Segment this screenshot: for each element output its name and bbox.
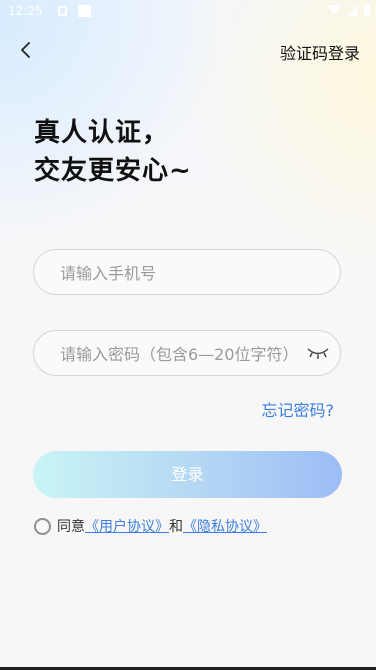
back-button[interactable] [14,38,38,62]
privacy-agreement-link[interactable]: 《隐私协议》 [183,516,267,536]
battery-icon [364,4,370,16]
wifi-icon [327,5,341,15]
phone-input[interactable] [58,250,302,296]
password-field[interactable] [33,330,341,377]
eye-closed-icon[interactable] [306,345,330,361]
headline-line-1: 真人认证， [34,118,170,148]
chevron-left-icon [21,42,30,58]
phone-field[interactable] [33,249,341,296]
user-agreement-link[interactable]: 《用户协议》 [85,516,169,536]
status-icons [327,4,370,16]
status-time: 12:25 [8,4,43,18]
radio-unchecked-icon[interactable] [34,517,51,535]
forgot-password-link[interactable]: 忘记密码? [262,397,335,421]
page-headline: 真人认证， 交友更安心~ [34,114,192,190]
notification-icon [58,6,67,16]
app-notification-icon [78,5,91,17]
sms-login-link[interactable]: 验证码登录 [280,40,360,64]
login-button[interactable]: 登录 [33,451,342,498]
agreement-row: 同意 《用户协议》 和 《隐私协议》 [34,516,267,536]
signal-icon [347,4,358,16]
password-input[interactable] [58,331,312,377]
agreement-and: 和 [169,519,183,535]
status-bar: 12:25 [0,0,376,24]
agreement-prefix: 同意 [57,519,85,535]
headline-line-2: 交友更安心~ [34,156,192,186]
